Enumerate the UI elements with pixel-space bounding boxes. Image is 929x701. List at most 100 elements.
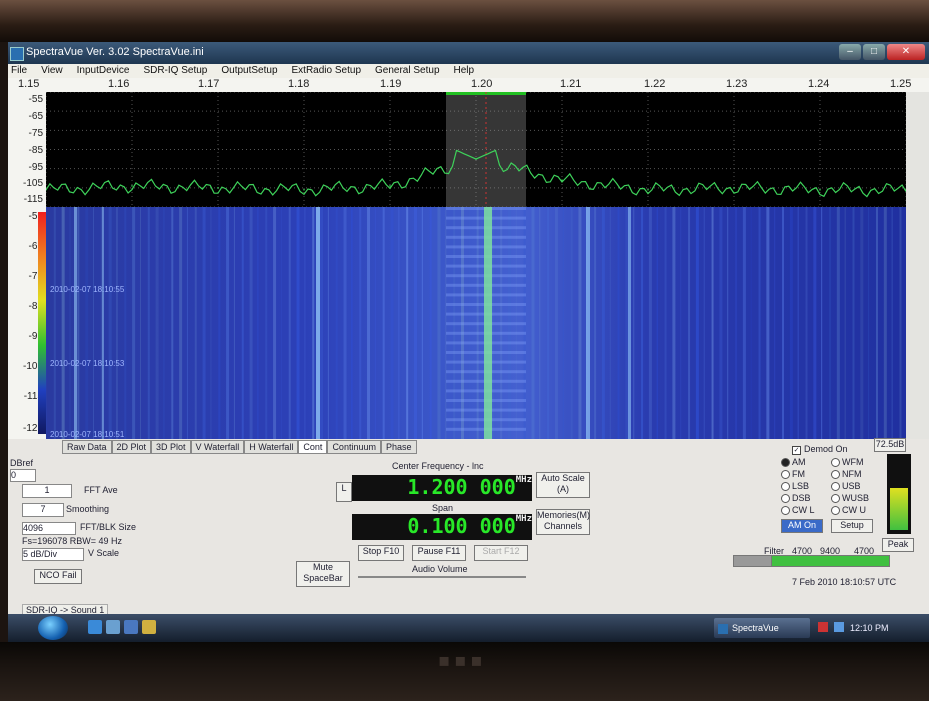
waterfall-texture (664, 207, 667, 439)
tab-v-waterfall[interactable]: V Waterfall (190, 440, 245, 454)
demod-setup-button[interactable]: Setup (831, 519, 873, 533)
radio-usb[interactable]: USB (831, 481, 861, 492)
demod-passband-highlight[interactable] (446, 92, 526, 207)
audio-level-meter (887, 454, 911, 534)
menu-view[interactable]: View (41, 64, 63, 78)
taskbar-spectravue[interactable]: SpectraVue (714, 618, 810, 638)
menu-file[interactable]: File (11, 64, 27, 78)
waterfall-texture (680, 207, 682, 439)
waterfall-texture (547, 207, 550, 439)
audio-volume-slider[interactable] (358, 576, 526, 578)
radio-fm[interactable]: FM (781, 469, 805, 480)
center-frequency-label: Center Frequency - lnc (392, 461, 484, 471)
waterfall-texture (374, 207, 376, 439)
waterfall-texture (625, 207, 629, 439)
waterfall-texture (132, 207, 136, 439)
radio-wfm[interactable]: WFM (831, 457, 864, 468)
spectrum-point (131, 185, 133, 187)
waterfall-texture (218, 207, 221, 439)
browser-icon[interactable] (88, 620, 102, 634)
waterfall-texture (46, 207, 47, 439)
radio-am[interactable]: AM (781, 457, 806, 468)
menu-extradio-setup[interactable]: ExtRadio Setup (292, 64, 362, 78)
fft-blk-select[interactable]: 4096 (22, 522, 76, 535)
span-display[interactable]: 0.100 000MHz (352, 514, 532, 540)
waterfall-texture (273, 207, 277, 439)
am-on-button[interactable]: AM On (781, 519, 823, 533)
freq-tick: 1.22 (644, 78, 666, 90)
spectrum-db-axis: -55 -65 -75 -85 -95 -105 -115 (8, 92, 46, 207)
waterfall-texture (108, 207, 112, 439)
waterfall-texture (758, 207, 761, 439)
waterfall-texture (327, 207, 329, 439)
vscale-select[interactable]: 5 dB/Div (22, 548, 84, 561)
spectrum-point (647, 188, 649, 191)
network-icon[interactable] (834, 622, 844, 632)
span-value: 0.100 000 (407, 514, 516, 538)
peak-button[interactable]: Peak (882, 538, 914, 552)
l-button[interactable]: L (336, 482, 352, 502)
nco-fail-button[interactable]: NCO Fail (34, 569, 82, 584)
menu-help[interactable]: Help (454, 64, 475, 78)
radio-cw-u[interactable]: CW U (831, 505, 866, 516)
waterfall-texture (695, 207, 699, 439)
waterfall-texture (688, 207, 691, 439)
waterfall-texture (844, 207, 846, 439)
tab-3d-plot[interactable]: 3D Plot (151, 440, 191, 454)
media-icon[interactable] (124, 620, 138, 634)
close-button[interactable]: ✕ (887, 44, 925, 60)
tab-h-waterfall[interactable]: H Waterfall (244, 440, 299, 454)
menu-outputsetup[interactable]: OutputSetup (221, 64, 277, 78)
menu-inputdevice[interactable]: InputDevice (77, 64, 130, 78)
radio-cw-l[interactable]: CW L (781, 505, 815, 516)
waterfall-texture (351, 207, 353, 439)
waterfall-texture (92, 207, 94, 439)
right-scroll-strip[interactable] (906, 92, 929, 439)
tab-phase[interactable]: Phase (380, 440, 417, 454)
smoothing-stepper[interactable]: 7 (22, 503, 64, 517)
auto-scale-button[interactable]: Auto Scale (A) (536, 472, 590, 498)
waterfall-texture (343, 207, 347, 439)
freq-tick: 1.21 (560, 78, 582, 90)
screen: SpectraVue Ver. 3.02 SpectraVue.ini – □ … (8, 42, 929, 642)
fft-ave-field[interactable]: 1 (22, 484, 72, 498)
waterfall-carrier-line (484, 207, 492, 439)
db-tick: -75 (28, 128, 43, 139)
menu-sdr-iq-setup[interactable]: SDR-IQ Setup (143, 64, 207, 78)
tab-cont[interactable]: Cont (298, 440, 328, 454)
start-button[interactable]: Start F12 (474, 545, 528, 561)
stop-button[interactable]: Stop F10 (358, 545, 404, 561)
explorer-icon[interactable] (106, 620, 120, 634)
waterfall-texture (77, 207, 80, 439)
center-frequency-display[interactable]: 1.200 000MHz (352, 475, 532, 501)
demod-on-checkbox[interactable]: ✓ Demod On (792, 444, 848, 455)
folder-icon[interactable] (142, 620, 156, 634)
freq-tick: 1.25 (890, 78, 912, 90)
pause-button[interactable]: Pause F11 (412, 545, 466, 561)
tab-raw-data[interactable]: Raw Data (62, 440, 112, 454)
spectrum-plot[interactable] (46, 92, 906, 207)
maximize-button[interactable]: □ (863, 44, 885, 60)
waterfall-texture (367, 207, 371, 439)
waterfall-texture (750, 207, 752, 439)
tray-icon-red[interactable] (818, 622, 828, 632)
freq-tick: 1.24 (808, 78, 830, 90)
menu-general-setup[interactable]: General Setup (375, 64, 440, 78)
memories-channels-button[interactable]: Memories(M) Channels (536, 509, 590, 535)
filter-passband[interactable] (771, 555, 890, 567)
taskbar: SpectraVue 12:10 PM (8, 614, 929, 642)
radio-lsb[interactable]: LSB (781, 481, 809, 492)
waterfall-texture (562, 207, 564, 439)
tab-continuum[interactable]: Continuum (327, 440, 381, 454)
tab-2d-plot[interactable]: 2D Plot (111, 440, 152, 454)
dbref-stepper[interactable]: 0 (10, 469, 36, 482)
radio-nfm[interactable]: NFM (831, 469, 862, 480)
waterfall-texture (382, 207, 385, 439)
radio-wusb[interactable]: WUSB (831, 493, 869, 504)
minimize-button[interactable]: – (839, 44, 861, 60)
radio-dsb[interactable]: DSB (781, 493, 811, 504)
center-frequency-value: 1.200 000 (407, 475, 516, 499)
waterfall-display[interactable] (46, 207, 906, 439)
start-button-icon[interactable] (38, 616, 68, 640)
mute-button[interactable]: Mute SpaceBar (296, 561, 350, 587)
